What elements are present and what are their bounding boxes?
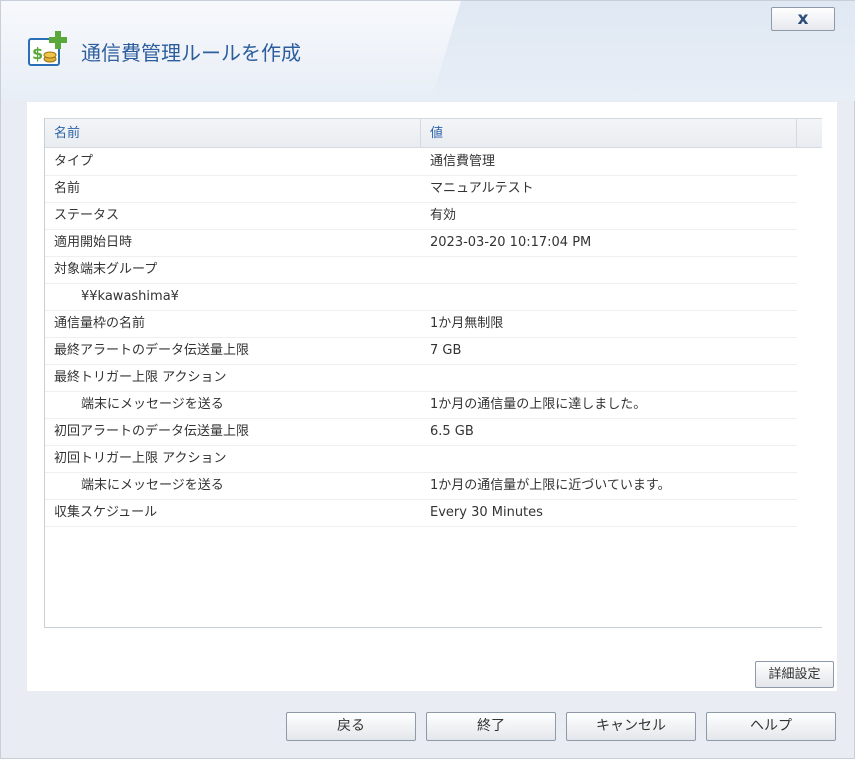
table-row[interactable]: 最終アラートのデータ伝送量上限 7 GB [45,338,797,365]
row-name-cell: 通信量枠の名前 [54,316,146,331]
summary-table: 名前 値 タイプ 通信費管理 名前 マニュアルテスト ステータス 有効 適用開始日時 2023… [44,118,822,628]
row-name-cell: ¥¥kawashima¥ [81,289,179,304]
row-value-cell: 1か月の通信量が上限に近づいています。 [430,478,671,493]
row-name-cell: 収集スケジュール [54,505,158,520]
row-name-cell: 最終アラートのデータ伝送量上限 [54,343,250,358]
row-name-cell: 端末にメッセージを送る [81,397,224,412]
close-button[interactable]: x [771,7,835,31]
row-value-cell: Every 30 Minutes [430,505,543,520]
back-button[interactable]: 戻る [286,712,416,741]
create-billing-rule-dialog: $ 通信費管理ルールを作成 x 名前 値 タイプ 通信費管理 名前 マニュアルテストス… [0,0,855,759]
column-header-name[interactable]: 名前 [45,119,421,148]
advanced-settings-button[interactable]: 詳細設定 [755,661,834,688]
row-value-cell: 有効 [430,208,457,223]
row-name-cell: 適用開始日時 [54,235,133,250]
table-row[interactable]: 対象端末グループ [45,257,797,284]
row-name-cell: 初回トリガー上限 アクション [54,451,227,466]
table-row[interactable]: 名前 マニュアルテスト [45,176,797,203]
row-name-cell: 名前 [54,181,81,196]
finish-button[interactable]: 終了 [426,712,556,741]
row-name-cell: ステータス [54,208,120,223]
dialog-content: 名前 値 タイプ 通信費管理 名前 マニュアルテスト ステータス 有効 適用開始日時 2023… [27,102,837,691]
close-icon: x [797,9,809,29]
table-row[interactable]: 初回アラートのデータ伝送量上限 6.5 GB [45,419,797,446]
table-row[interactable]: 収集スケジュール Every 30 Minutes [45,500,797,527]
table-row[interactable]: 最終トリガー上限 アクション [45,365,797,392]
cancel-button[interactable]: キャンセル [566,712,696,741]
table-row[interactable]: タイプ 通信費管理 [45,149,797,176]
table-header: 名前 値 [45,118,822,148]
row-value-cell: 6.5 GB [430,424,474,439]
row-value-cell: 1か月の通信量の上限に達しました。 [430,397,647,412]
table-row[interactable]: ステータス 有効 [45,203,797,230]
dialog-title: 通信費管理ルールを作成 [81,41,301,65]
row-name-cell: 最終トリガー上限 アクション [54,370,227,385]
svg-text:$: $ [32,44,43,63]
row-value-cell: 2023-03-20 10:17:04 PM [430,235,592,250]
dialog-header: $ 通信費管理ルールを作成 x [1,1,855,101]
row-value-cell: 7 GB [430,343,462,358]
table-row[interactable]: 端末にメッセージを送る 1か月の通信量が上限に近づいています。 [45,473,797,500]
help-button[interactable]: ヘルプ [706,712,836,741]
table-row[interactable]: 端末にメッセージを送る 1か月の通信量の上限に達しました。 [45,392,797,419]
row-value-cell: マニュアルテスト [430,181,534,196]
row-name-cell: 端末にメッセージを送る [81,478,224,493]
column-header-value[interactable]: 値 [421,119,797,148]
add-billing-rule-icon: $ [28,31,67,66]
table-row[interactable]: 通信量枠の名前 1か月無制限 [45,311,797,338]
table-row[interactable]: 初回トリガー上限 アクション [45,446,797,473]
row-value-cell: 1か月無制限 [430,316,504,331]
row-value-cell: 通信費管理 [430,154,496,169]
row-name-cell: 対象端末グループ [54,262,158,277]
table-row[interactable]: ¥¥kawashima¥ [45,284,797,311]
row-name-cell: タイプ [54,154,94,169]
table-row[interactable]: 適用開始日時 2023-03-20 10:17:04 PM [45,230,797,257]
row-name-cell: 初回アラートのデータ伝送量上限 [54,424,250,439]
